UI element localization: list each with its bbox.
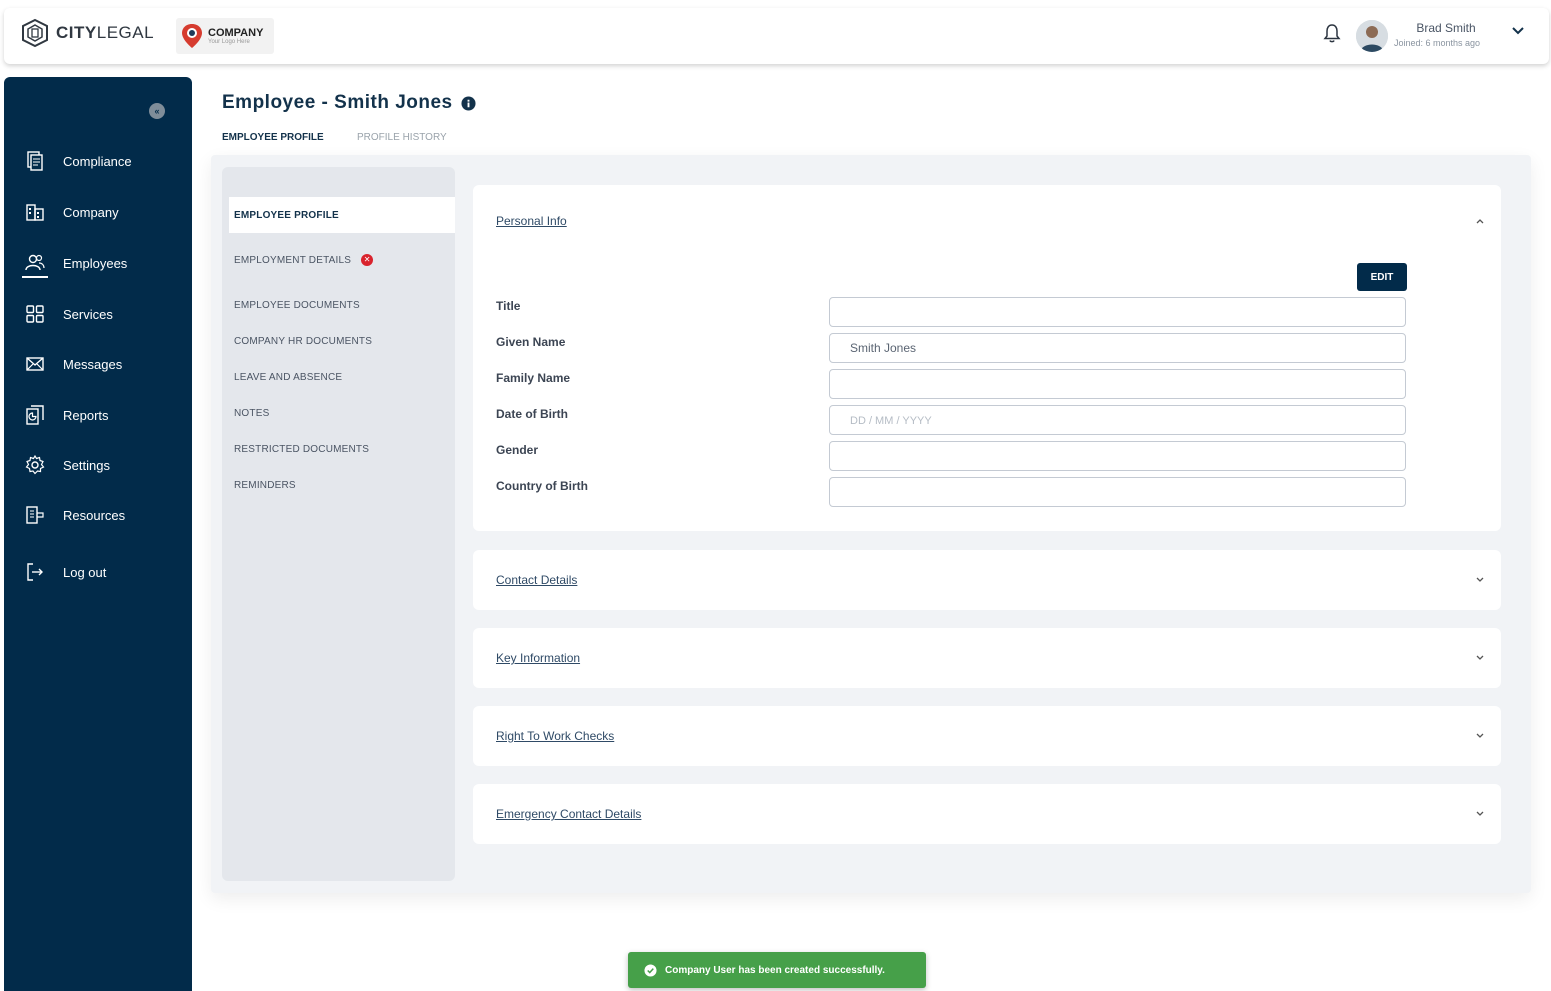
- gear-icon: [25, 454, 45, 475]
- subnav-item-reminders[interactable]: REMINDERS: [229, 467, 455, 503]
- company-logo: COMPANY Your Logo Here: [176, 18, 274, 54]
- subnav-item-label: LEAVE AND ABSENCE: [234, 371, 343, 383]
- personal-info-title[interactable]: Personal Info: [496, 214, 567, 228]
- emergency-contact-panel[interactable]: Emergency Contact Details: [473, 784, 1501, 844]
- edit-button[interactable]: EDIT: [1357, 263, 1407, 291]
- reports-icon: [26, 405, 44, 425]
- subnav-item-label: RESTRICTED DOCUMENTS: [234, 443, 370, 455]
- country-of-birth-field[interactable]: [829, 477, 1406, 507]
- country-of-birth-label: Country of Birth: [496, 479, 588, 493]
- company-logo-name: COMPANY: [208, 26, 264, 39]
- sidebar-item-label: Settings: [63, 457, 110, 473]
- contact-details-title[interactable]: Contact Details: [496, 573, 577, 587]
- subnav-item-notes[interactable]: NOTES: [229, 395, 455, 431]
- envelope-icon: [26, 357, 44, 371]
- date-of-birth-field[interactable]: [829, 405, 1406, 435]
- page-title: Employee - Smith Jones: [222, 92, 476, 114]
- tab-profile-history[interactable]: PROFILE HISTORY: [345, 119, 459, 155]
- notification-bell-icon[interactable]: [1322, 22, 1342, 44]
- sidebar-item-company[interactable]: Company: [4, 198, 192, 226]
- citylegal-mark-icon: [22, 18, 48, 48]
- sidebar-item-label: Log out: [63, 564, 107, 580]
- subnav-item-label: EMPLOYMENT DETAILS: [234, 254, 352, 266]
- info-icon[interactable]: [461, 95, 476, 111]
- sidebar-item-label: Compliance: [63, 153, 132, 169]
- chevron-up-icon[interactable]: [1475, 216, 1485, 226]
- top-header: CITYLEGAL COMPANY Your Logo Here Brad Sm…: [4, 8, 1549, 64]
- collapse-sidebar-button[interactable]: «: [149, 103, 165, 119]
- key-information-panel[interactable]: Key Information: [473, 628, 1501, 688]
- check-circle-icon: [644, 963, 657, 977]
- chevron-down-icon[interactable]: [1475, 731, 1485, 741]
- sidebar-item-settings[interactable]: Settings: [4, 451, 192, 479]
- sidebar-item-logout[interactable]: Log out: [4, 558, 192, 586]
- sidebar-item-messages[interactable]: Messages: [4, 350, 192, 378]
- toast-message: Company User has been created successful…: [665, 964, 885, 976]
- sidebar-item-resources[interactable]: Resources: [4, 501, 192, 529]
- chevron-down-icon[interactable]: [1475, 653, 1485, 663]
- user-joined-text: Joined: 6 months ago: [1394, 38, 1481, 48]
- subnav-item-label: COMPANY HR DOCUMENTS: [234, 335, 373, 347]
- compliance-icon: [27, 151, 43, 171]
- sidebar-item-employees[interactable]: Employees: [4, 249, 192, 278]
- sidebar-item-label: Resources: [63, 507, 126, 523]
- subnav-item-label: REMINDERS: [234, 479, 296, 491]
- subnav-item-label: EMPLOYEE PROFILE: [234, 209, 339, 221]
- chevron-down-icon[interactable]: [1475, 809, 1485, 819]
- brand-text-light: LEGAL: [96, 23, 155, 42]
- avatar-image: [1356, 20, 1388, 52]
- active-indicator: [22, 276, 48, 278]
- building-icon: [26, 204, 44, 221]
- subnav-item-restricted-documents[interactable]: RESTRICTED DOCUMENTS: [229, 431, 455, 467]
- right-to-work-title[interactable]: Right To Work Checks: [496, 729, 614, 743]
- tab-employee-profile[interactable]: EMPLOYEE PROFILE: [210, 119, 336, 155]
- subnav-item-company-hr-documents[interactable]: COMPANY HR DOCUMENTS: [229, 323, 455, 359]
- chevron-down-icon[interactable]: [1510, 24, 1526, 38]
- sidebar-item-reports[interactable]: Reports: [4, 401, 192, 429]
- given-name-label: Given Name: [496, 335, 566, 349]
- subnav-item-employee-documents[interactable]: EMPLOYEE DOCUMENTS: [229, 287, 455, 323]
- sidebar-item-compliance[interactable]: Compliance: [4, 147, 192, 175]
- users-icon: [25, 254, 45, 271]
- user-name[interactable]: Brad Smith: [1396, 21, 1496, 35]
- sidebar: « Compliance Company Employees Services …: [4, 77, 192, 991]
- given-name-field[interactable]: [829, 333, 1406, 363]
- brand-text-bold: CITY: [56, 23, 97, 42]
- title-label: Title: [496, 299, 521, 313]
- subnav-item-employee-profile[interactable]: EMPLOYEE PROFILE: [229, 197, 455, 233]
- date-of-birth-label: Date of Birth: [496, 407, 568, 421]
- subnav-item-leave-and-absence[interactable]: LEAVE AND ABSENCE: [229, 359, 455, 395]
- chevron-down-icon[interactable]: [1475, 575, 1485, 585]
- gender-label: Gender: [496, 443, 539, 457]
- error-badge-icon: ✕: [361, 254, 374, 266]
- personal-info-panel: Personal Info EDIT Title Given Name Fami…: [473, 185, 1501, 531]
- family-name-label: Family Name: [496, 371, 571, 385]
- key-information-title[interactable]: Key Information: [496, 651, 580, 665]
- sidebar-item-services[interactable]: Services: [4, 300, 192, 328]
- logout-icon: [27, 563, 43, 581]
- sidebar-item-label: Reports: [63, 407, 109, 423]
- gender-field[interactable]: [829, 441, 1406, 471]
- resources-icon: [26, 506, 44, 524]
- user-avatar[interactable]: [1356, 20, 1388, 52]
- sidebar-item-label: Services: [63, 306, 113, 322]
- sidebar-item-label: Messages: [63, 356, 123, 372]
- sidebar-item-label: Employees: [63, 255, 128, 271]
- right-to-work-panel[interactable]: Right To Work Checks: [473, 706, 1501, 766]
- family-name-field[interactable]: [829, 369, 1406, 399]
- subnav-item-label: EMPLOYEE DOCUMENTS: [234, 299, 360, 311]
- sidebar-item-label: Company: [63, 204, 119, 220]
- map-pin-icon: [182, 24, 202, 48]
- citylegal-logo[interactable]: CITYLEGAL: [20, 18, 154, 48]
- company-logo-tagline: Your Logo Here: [208, 38, 250, 45]
- grid-icon: [26, 305, 44, 323]
- emergency-contact-title[interactable]: Emergency Contact Details: [496, 807, 641, 821]
- page-title-text: Employee - Smith Jones: [222, 92, 453, 113]
- subnav-item-label: NOTES: [234, 407, 270, 419]
- contact-details-panel[interactable]: Contact Details: [473, 550, 1501, 610]
- success-toast[interactable]: Company User has been created successful…: [628, 952, 926, 988]
- title-field[interactable]: [829, 297, 1406, 327]
- subnav-item-employment-details[interactable]: EMPLOYMENT DETAILS ✕: [229, 242, 455, 278]
